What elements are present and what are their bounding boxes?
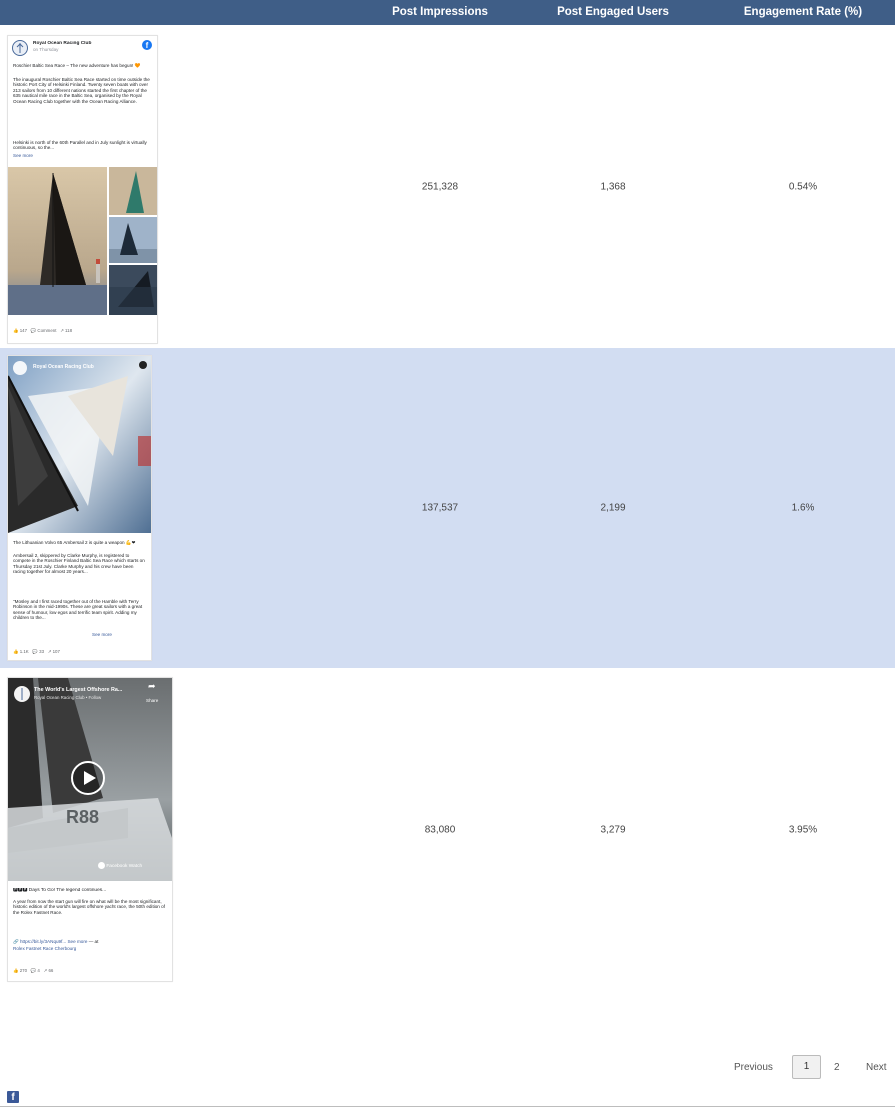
comment-icon[interactable]: 💬 xyxy=(31,328,36,333)
post-body-continued: "Mosley and I first raced together out o… xyxy=(13,599,143,621)
post-body: A year from now the start gun will fire … xyxy=(13,899,165,915)
post-engaged-users-value: 2,199 xyxy=(600,502,626,514)
like-icon[interactable]: 👍 xyxy=(13,328,18,333)
table-row: Royal Ocean Racing Club on Thursday f Ro… xyxy=(0,25,895,348)
share-arrow-icon[interactable]: ➦ xyxy=(148,681,156,691)
post-preview-card[interactable]: Royal Ocean Racing Club The Lithuanian V… xyxy=(7,355,152,661)
post-link[interactable]: 🔗 https://bit.ly/3ANqu9f... See more xyxy=(13,939,87,944)
svg-text:Royal Ocean Racing Club: Royal Ocean Racing Club xyxy=(33,364,94,370)
like-icon[interactable]: 👍 xyxy=(13,968,18,973)
facebook-watch-label[interactable]: Facebook Watch xyxy=(98,862,142,869)
post-preview-card[interactable]: Royal Ocean Racing Club on Thursday f Ro… xyxy=(7,35,158,344)
column-header-post-engaged-users[interactable]: Post Engaged Users xyxy=(557,6,669,18)
sailboat-photos xyxy=(8,167,157,315)
video-subtitle: Royal Ocean Racing Club • Follow xyxy=(34,695,102,700)
engagement-rate-value: 3.95% xyxy=(788,824,818,836)
post-impressions-value: 137,537 xyxy=(421,502,459,514)
engagement-rate-value: 0.54% xyxy=(788,181,818,193)
racing-yacht-photo: Royal Ocean Racing Club xyxy=(8,356,151,533)
table-header: Post Impressions Post Engaged Users Enga… xyxy=(0,0,895,25)
post-impressions-value: 251,328 xyxy=(421,181,459,193)
facebook-logo-icon[interactable]: f xyxy=(7,1091,19,1103)
post-headline: 🅿🅿🅿 Days To Go! The legend continues... xyxy=(13,888,107,893)
comment-icon[interactable]: 💬 xyxy=(31,968,36,973)
see-more-link[interactable]: See more xyxy=(92,632,146,638)
table-row: R88 The World's Largest Offshore Ra... R… xyxy=(0,668,895,993)
post-preview-card[interactable]: R88 The World's Largest Offshore Ra... R… xyxy=(7,677,173,982)
hull-number: R88 xyxy=(66,807,99,827)
post-impressions-value: 83,080 xyxy=(424,824,456,836)
pagination-next[interactable]: Next xyxy=(866,1062,887,1073)
post-engaged-users-value: 3,279 xyxy=(600,824,626,836)
video-title[interactable]: The World's Largest Offshore Ra... xyxy=(34,687,122,693)
post-link-line: 🔗 https://bit.ly/3ANqu9f... See more — a… xyxy=(13,939,99,944)
pagination-page-2[interactable]: 2 xyxy=(834,1062,840,1073)
post-video[interactable]: R88 The World's Largest Offshore Ra... R… xyxy=(8,678,172,881)
share-icon[interactable]: ↗ xyxy=(48,649,52,654)
play-button[interactable] xyxy=(71,761,105,795)
comment-icon[interactable]: 💬 xyxy=(32,649,37,654)
post-location[interactable]: Rolex Fastnet Race Cherbourg xyxy=(13,946,167,952)
post-reactions-bar: 👍 270 💬 4 ↗ 66 xyxy=(13,968,54,973)
column-header-engagement-rate[interactable]: Engagement Rate (%) xyxy=(744,6,862,18)
engagement-rate-value: 1.6% xyxy=(791,502,815,514)
page-name[interactable]: Royal Ocean Racing Club xyxy=(33,41,152,46)
post-body: The inaugural Roschier Baltic Sea Race s… xyxy=(13,77,150,104)
post-engaged-users-value: 1,368 xyxy=(600,181,626,193)
post-body-continued: Helsinki is north of the 60th Parallel a… xyxy=(13,140,147,151)
share-label[interactable]: Share xyxy=(146,698,158,703)
post-headline: Roschier Baltic Sea Race – The new adven… xyxy=(13,63,141,68)
share-icon[interactable]: ↗ xyxy=(44,968,48,973)
like-icon[interactable]: 👍 xyxy=(13,649,18,654)
share-icon[interactable]: ↗ xyxy=(60,328,64,333)
post-photo[interactable]: Royal Ocean Racing Club xyxy=(8,356,151,533)
column-header-post-impressions[interactable]: Post Impressions xyxy=(392,6,488,18)
post-body: Ambersail 2, skippered by Clarke Murphy,… xyxy=(13,553,145,575)
post-reactions-bar: 👍 1.1K 💬 33 ↗ 107 xyxy=(13,649,60,654)
post-reactions-bar: 👍 147 💬 Comment ↗ 118 xyxy=(13,328,73,333)
page-avatar xyxy=(12,40,28,56)
pagination-page-1[interactable]: 1 xyxy=(792,1055,821,1079)
post-headline: The Lithuanian Volvo 65 Ambersail 2 is q… xyxy=(13,540,136,545)
post-time: on Thursday xyxy=(33,47,59,52)
bottom-divider xyxy=(0,1106,895,1107)
facebook-icon: f xyxy=(142,40,152,50)
facebook-watch-icon xyxy=(98,862,105,869)
table-row: Royal Ocean Racing Club The Lithuanian V… xyxy=(0,348,895,668)
post-photo-collage[interactable] xyxy=(8,167,157,315)
play-icon xyxy=(84,771,96,785)
pagination-previous[interactable]: Previous xyxy=(734,1062,773,1073)
see-more-link[interactable]: See more xyxy=(13,153,152,159)
